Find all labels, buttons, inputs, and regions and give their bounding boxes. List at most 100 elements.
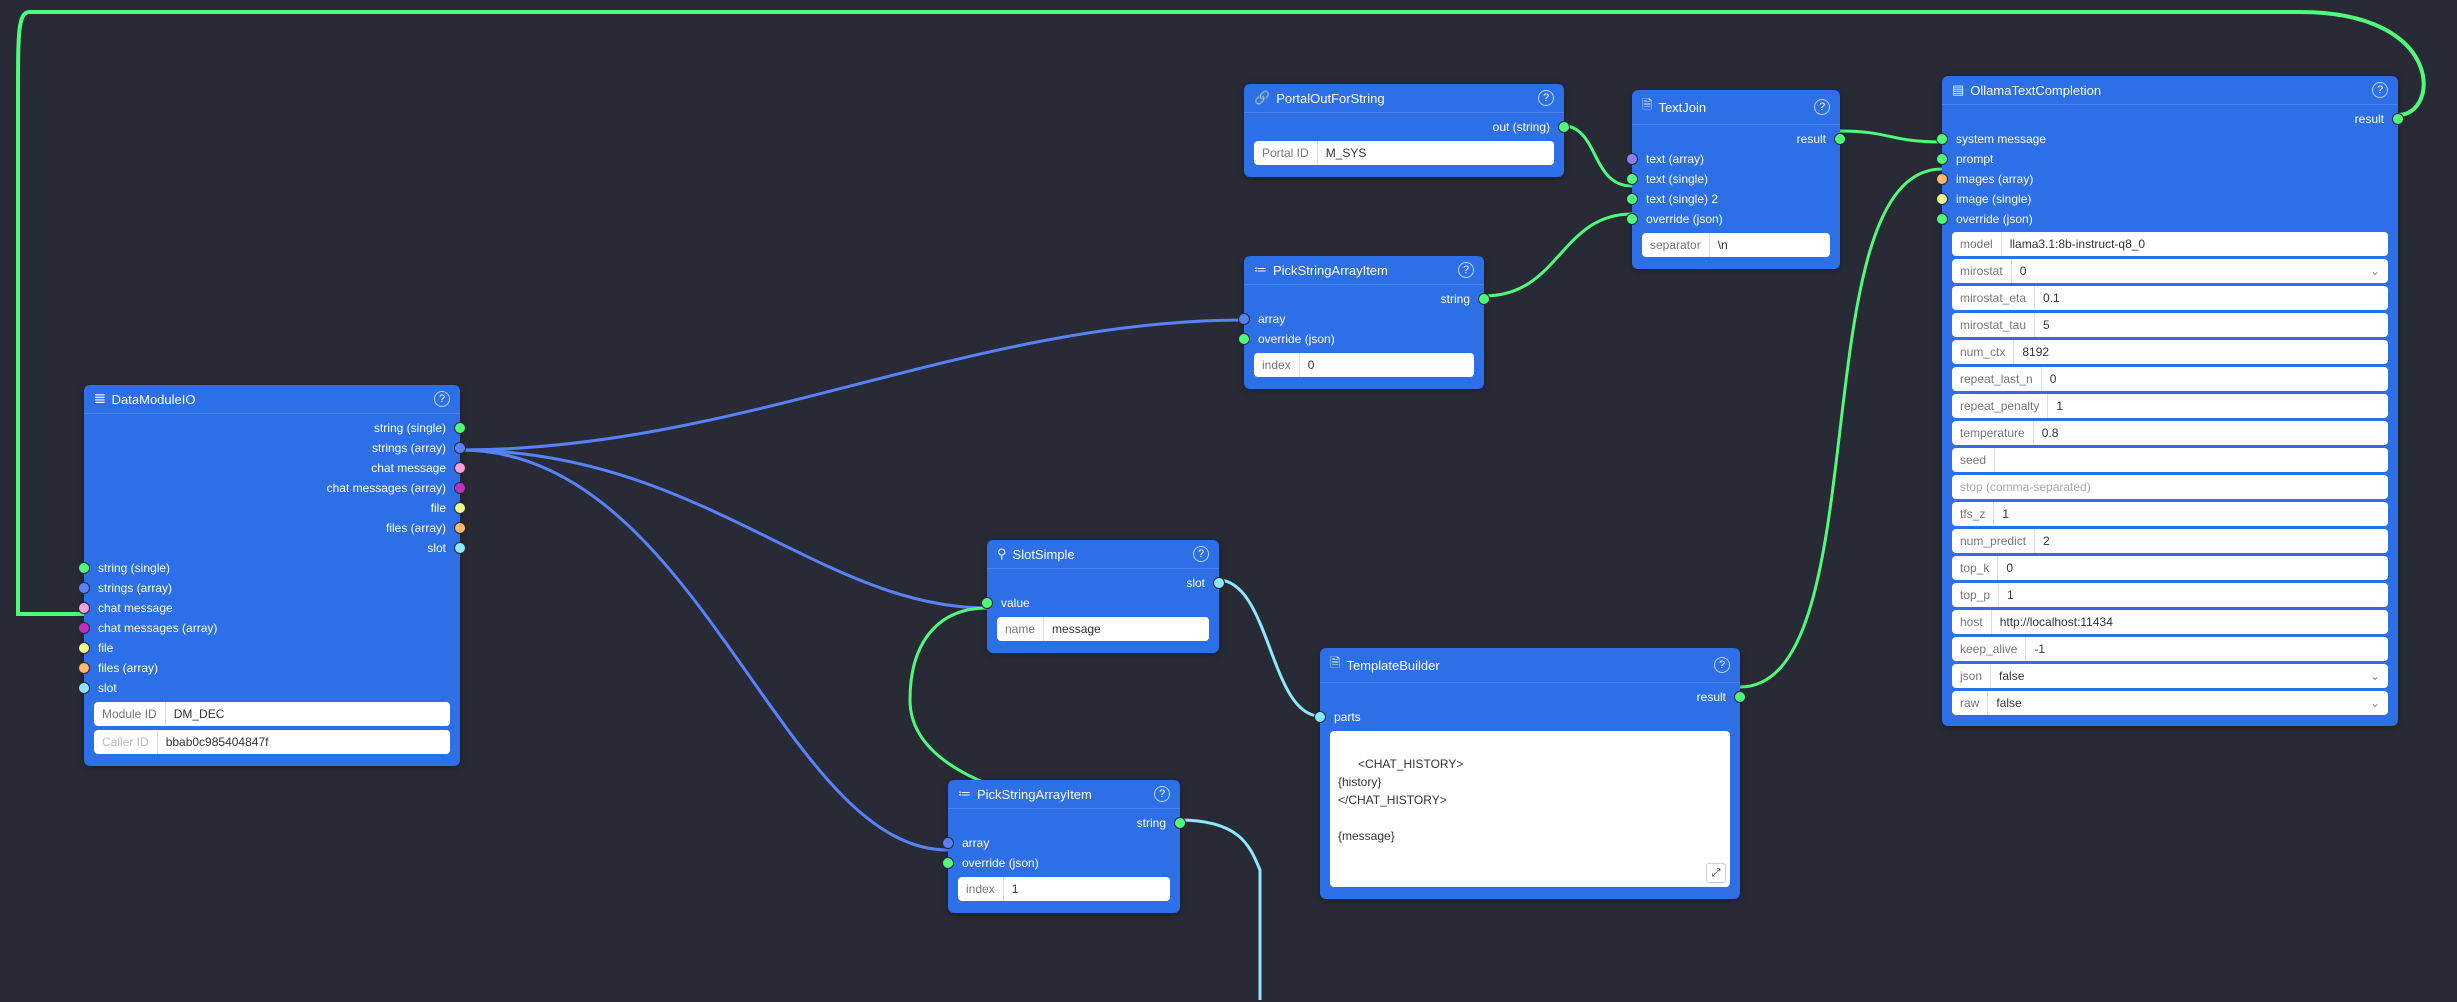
plug-icon: ⚲ xyxy=(997,546,1007,562)
mirostat-tau-field[interactable]: mirostat_tau5 xyxy=(1952,313,2388,337)
edge xyxy=(1484,214,1632,296)
node-header[interactable]: ▤ OllamaTextCompletion ? xyxy=(1942,76,2398,105)
in-port[interactable]: override (json) xyxy=(1244,329,1484,349)
in-port[interactable]: system message xyxy=(1942,129,2398,149)
link-icon: 🔗 xyxy=(1254,90,1270,106)
out-port[interactable]: out (string) xyxy=(1244,117,1564,137)
out-port[interactable]: slot xyxy=(987,573,1219,593)
in-port[interactable]: text (array) xyxy=(1632,149,1840,169)
out-port[interactable]: slot xyxy=(84,538,460,558)
in-port[interactable]: chat messages (array) xyxy=(84,618,460,638)
temperature-field[interactable]: temperature0.8 xyxy=(1952,421,2388,445)
help-icon[interactable]: ? xyxy=(1458,262,1474,278)
in-port[interactable]: parts xyxy=(1320,707,1740,727)
node-portal-out-for-string[interactable]: 🔗 PortalOutForString ? out (string) Port… xyxy=(1244,84,1564,177)
out-port[interactable]: chat messages (array) xyxy=(84,478,460,498)
in-port[interactable]: override (json) xyxy=(1632,209,1840,229)
num-predict-field[interactable]: num_predict2 xyxy=(1952,529,2388,553)
expand-icon[interactable]: ⤢ xyxy=(1706,863,1726,883)
stop-field[interactable]: stop (comma-separated) xyxy=(1952,475,2388,499)
keep-alive-field[interactable]: keep_alive-1 xyxy=(1952,637,2388,661)
in-port[interactable]: image (single) xyxy=(1942,189,2398,209)
in-port[interactable]: strings (array) xyxy=(84,578,460,598)
in-port[interactable]: array xyxy=(1244,309,1484,329)
list-icon: ≔ xyxy=(1254,262,1267,278)
node-slot-simple[interactable]: ⚲ SlotSimple ? slot value name message xyxy=(987,540,1219,653)
list-icon: ≔ xyxy=(958,786,971,802)
help-icon[interactable]: ? xyxy=(1714,657,1730,673)
node-title: TextJoin xyxy=(1658,100,1706,115)
host-field[interactable]: hosthttp://localhost:11434 xyxy=(1952,610,2388,634)
node-pick-string-array-item-0[interactable]: ≔ PickStringArrayItem ? string array ove… xyxy=(1244,256,1484,389)
out-port[interactable]: result xyxy=(1632,129,1840,149)
out-port[interactable]: string xyxy=(1244,289,1484,309)
node-template-builder[interactable]: 🗎 TemplateBuilder ? result parts <CHAT_H… xyxy=(1320,648,1740,899)
seed-field[interactable]: seed xyxy=(1952,448,2388,472)
edge xyxy=(1218,580,1320,716)
tfs-z-field[interactable]: tfs_z1 xyxy=(1952,502,2388,526)
help-icon[interactable]: ? xyxy=(1154,786,1170,802)
node-title: OllamaTextCompletion xyxy=(1970,83,2101,98)
index-field[interactable]: index 0 xyxy=(1254,353,1474,377)
node-header[interactable]: 🗎 TemplateBuilder ? xyxy=(1320,648,1740,683)
out-port[interactable]: string (single) xyxy=(84,418,460,438)
in-port[interactable]: chat message xyxy=(84,598,460,618)
in-port[interactable]: text (single) xyxy=(1632,169,1840,189)
out-port[interactable]: strings (array) xyxy=(84,438,460,458)
in-port[interactable]: file xyxy=(84,638,460,658)
mirostat-field[interactable]: mirostat0 xyxy=(1952,259,2388,283)
node-header[interactable]: 🔗 PortalOutForString ? xyxy=(1244,84,1564,113)
in-port[interactable]: array xyxy=(948,833,1180,853)
module-id-field[interactable]: Module ID DM_DEC xyxy=(94,702,450,726)
help-icon[interactable]: ? xyxy=(1538,90,1554,106)
node-header[interactable]: ≔ PickStringArrayItem ? xyxy=(1244,256,1484,285)
help-icon[interactable]: ? xyxy=(1814,99,1830,115)
out-port[interactable]: result xyxy=(1942,109,2398,129)
json-field[interactable]: jsonfalse xyxy=(1952,664,2388,688)
document-icon: 🗎 xyxy=(1642,96,1652,118)
caller-id-field[interactable]: Caller ID bbab0c985404847f xyxy=(94,730,450,754)
index-field[interactable]: index 1 xyxy=(958,877,1170,901)
top-p-field[interactable]: top_p1 xyxy=(1952,583,2388,607)
mirostat-eta-field[interactable]: mirostat_eta0.1 xyxy=(1952,286,2388,310)
in-port[interactable]: string (single) xyxy=(84,558,460,578)
node-title: DataModuleIO xyxy=(112,392,196,407)
node-pick-string-array-item-1[interactable]: ≔ PickStringArrayItem ? string array ove… xyxy=(948,780,1180,913)
in-port[interactable]: images (array) xyxy=(1942,169,2398,189)
node-header[interactable]: 🗎 TextJoin ? xyxy=(1632,90,1840,125)
node-title: PickStringArrayItem xyxy=(977,787,1092,802)
num-ctx-field[interactable]: num_ctx8192 xyxy=(1952,340,2388,364)
out-port[interactable]: file xyxy=(84,498,460,518)
portal-id-field[interactable]: Portal ID M_SYS xyxy=(1254,141,1554,165)
node-data-module-io[interactable]: 𝌆 DataModuleIO ? string (single) strings… xyxy=(84,385,460,766)
node-header[interactable]: 𝌆 DataModuleIO ? xyxy=(84,385,460,414)
edge xyxy=(460,450,948,850)
help-icon[interactable]: ? xyxy=(1193,546,1209,562)
in-port[interactable]: override (json) xyxy=(1942,209,2398,229)
model-field[interactable]: modelllama3.1:8b-instruct-q8_0 xyxy=(1952,232,2388,256)
out-port[interactable]: files (array) xyxy=(84,518,460,538)
out-port[interactable]: result xyxy=(1320,687,1740,707)
top-k-field[interactable]: top_k0 xyxy=(1952,556,2388,580)
separator-field[interactable]: separator \n xyxy=(1642,233,1830,257)
node-ollama-text-completion[interactable]: ▤ OllamaTextCompletion ? result system m… xyxy=(1942,76,2398,726)
chip-icon: ▤ xyxy=(1952,82,1964,98)
in-port[interactable]: override (json) xyxy=(948,853,1180,873)
node-header[interactable]: ≔ PickStringArrayItem ? xyxy=(948,780,1180,809)
node-header[interactable]: ⚲ SlotSimple ? xyxy=(987,540,1219,569)
help-icon[interactable]: ? xyxy=(2372,82,2388,98)
template-textarea[interactable]: <CHAT_HISTORY> {history} </CHAT_HISTORY>… xyxy=(1330,731,1730,887)
repeat-penalty-field[interactable]: repeat_penalty1 xyxy=(1952,394,2388,418)
help-icon[interactable]: ? xyxy=(434,391,450,407)
in-port[interactable]: files (array) xyxy=(84,658,460,678)
repeat-last-n-field[interactable]: repeat_last_n0 xyxy=(1952,367,2388,391)
name-field[interactable]: name message xyxy=(997,617,1209,641)
in-port[interactable]: value xyxy=(987,593,1219,613)
node-text-join[interactable]: 🗎 TextJoin ? result text (array) text (s… xyxy=(1632,90,1840,269)
in-port[interactable]: slot xyxy=(84,678,460,698)
in-port[interactable]: text (single) 2 xyxy=(1632,189,1840,209)
out-port[interactable]: string xyxy=(948,813,1180,833)
out-port[interactable]: chat message xyxy=(84,458,460,478)
raw-field[interactable]: rawfalse xyxy=(1952,691,2388,715)
in-port[interactable]: prompt xyxy=(1942,149,2398,169)
